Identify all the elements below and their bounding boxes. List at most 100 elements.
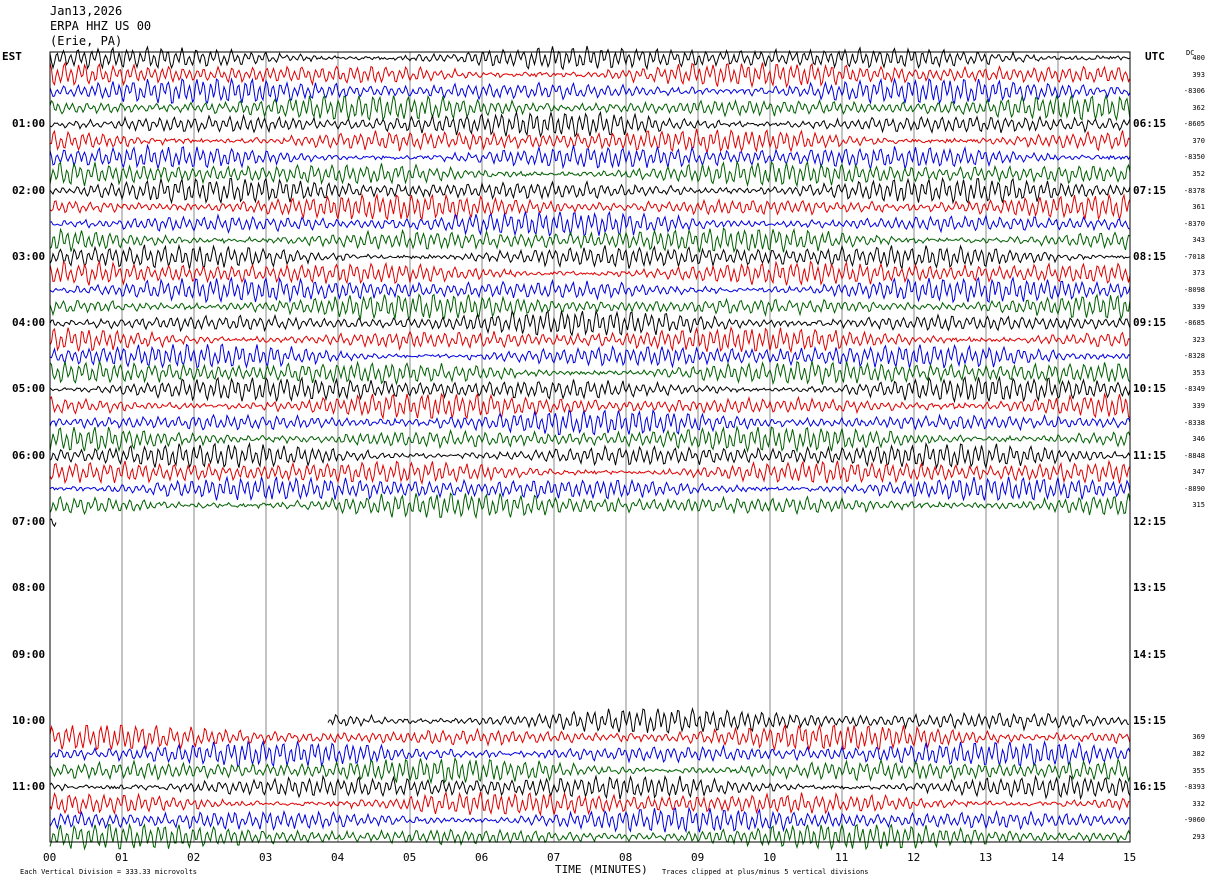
- dc-offset-label: 382: [1192, 749, 1205, 758]
- dc-offset-label: -8349: [1183, 385, 1205, 394]
- dc-offset-label: 346: [1192, 435, 1205, 444]
- right-hour-label: 06:15: [1133, 117, 1167, 131]
- left-hour-label: 08:00: [12, 581, 46, 595]
- trace-row-28: [49, 518, 57, 528]
- clip-note: Traces clipped at plus/minus 5 vertical …: [662, 868, 869, 876]
- trace-row-10: [49, 210, 1131, 238]
- right-hour-label: 07:15: [1133, 183, 1167, 197]
- trace-row-4: [49, 110, 1131, 138]
- trace-row-13: [49, 259, 1131, 286]
- right-hour-label: 10:15: [1133, 382, 1167, 396]
- trace-row-18: [49, 343, 1131, 369]
- trace-row-2: [49, 77, 1131, 106]
- trace-row-26: [49, 475, 1131, 502]
- dc-offset-label: 362: [1192, 103, 1205, 112]
- right-hour-label: 13:15: [1133, 581, 1167, 595]
- dc-offset-label: 400: [1192, 54, 1205, 62]
- trace-row-22: [49, 408, 1131, 436]
- right-hour-label: 11:15: [1133, 448, 1167, 462]
- dc-offset-label: 323: [1192, 335, 1205, 344]
- left-hour-label: 07:00: [12, 514, 46, 528]
- left-hour-label: 11:00: [12, 780, 46, 794]
- dc-offset-label: -8605: [1183, 120, 1205, 129]
- trace-row-41: [49, 723, 1131, 752]
- x-tick-label: 14: [1051, 851, 1065, 864]
- x-tick-label: 01: [115, 851, 129, 864]
- dc-offset-label: -8098: [1183, 285, 1205, 294]
- trace-row-7: [49, 160, 1131, 188]
- trace-row-0: [49, 45, 1131, 71]
- trace-row-17: [49, 325, 1131, 354]
- dc-offset-label: 339: [1192, 401, 1205, 410]
- right-timezone-label: UTC: [1145, 50, 1165, 63]
- right-hour-label: 16:15: [1133, 780, 1167, 794]
- dc-offset-label: 370: [1192, 136, 1205, 145]
- left-hour-label: 09:00: [12, 647, 46, 661]
- dc-offset-label: -9060: [1183, 816, 1205, 825]
- dc-offset-label: 315: [1192, 501, 1205, 510]
- x-tick-label: 08: [619, 851, 633, 864]
- helicorder-plot: [49, 45, 1131, 851]
- x-axis-title: TIME (MINUTES): [555, 863, 648, 876]
- left-hour-label: 05:00: [12, 382, 46, 396]
- x-tick-label: 07: [547, 851, 561, 864]
- trace-row-23: [49, 425, 1131, 454]
- record-date: Jan13,2026: [50, 4, 123, 18]
- trace-row-47: [49, 822, 1131, 851]
- station-code: ERPA HHZ US 00: [50, 19, 152, 33]
- right-hour-label: 12:15: [1133, 514, 1167, 528]
- trace-row-6: [49, 143, 1131, 171]
- x-tick-label: 12: [907, 851, 921, 864]
- trace-row-46: [49, 806, 1131, 834]
- dc-offset-label: -8848: [1183, 451, 1205, 460]
- dc-offset-label: 343: [1192, 236, 1205, 245]
- trace-row-16: [49, 309, 1131, 337]
- trace-row-45: [49, 791, 1131, 817]
- dc-offset-label: 361: [1192, 203, 1205, 212]
- x-tick-label: 00: [43, 851, 57, 864]
- dc-offset-label: -8338: [1183, 418, 1205, 427]
- seismic-traces: [49, 45, 1131, 851]
- dc-offset-label: 373: [1192, 269, 1205, 278]
- left-hour-label: 03:00: [12, 249, 46, 263]
- trace-row-12: [49, 243, 1131, 271]
- dc-offset-label: -8378: [1183, 186, 1205, 195]
- dc-offset-label: -7018: [1183, 252, 1205, 261]
- dc-offset-label: -8685: [1183, 319, 1205, 328]
- trace-row-14: [49, 276, 1131, 304]
- dc-offset-label: 332: [1192, 799, 1205, 808]
- left-hour-label: 02:00: [12, 183, 46, 197]
- trace-row-25: [49, 459, 1131, 486]
- trace-row-24: [49, 441, 1131, 470]
- trace-row-40: [327, 706, 1130, 734]
- x-tick-label: 05: [403, 851, 417, 864]
- trace-row-1: [49, 61, 1131, 89]
- right-hour-label: 15:15: [1133, 713, 1167, 727]
- trace-row-9: [49, 193, 1131, 222]
- dc-offset-label: 393: [1192, 70, 1205, 79]
- trace-row-42: [49, 739, 1131, 768]
- x-tick-label: 03: [259, 851, 273, 864]
- dc-offset-label: -8890: [1183, 484, 1205, 493]
- trace-row-43: [49, 756, 1131, 785]
- dc-offset-label: 369: [1192, 733, 1205, 742]
- left-hour-label: 06:00: [12, 448, 46, 462]
- dc-offset-label: 353: [1192, 368, 1205, 377]
- x-tick-label: 15: [1123, 851, 1137, 864]
- dc-offset-label: -8306: [1183, 87, 1205, 96]
- dc-offset-label: 355: [1192, 766, 1205, 775]
- dc-offset-label: 347: [1192, 468, 1205, 477]
- left-hour-label: 04:00: [12, 316, 46, 330]
- x-tick-label: 04: [331, 851, 345, 864]
- left-timezone-label: EST: [2, 50, 22, 63]
- trace-row-44: [49, 774, 1131, 801]
- x-tick-label: 13: [979, 851, 993, 864]
- scale-note: Each Vertical Division = 333.33 microvol…: [20, 868, 198, 876]
- x-tick-label: 09: [691, 851, 705, 864]
- trace-row-11: [49, 227, 1131, 254]
- trace-row-20: [49, 375, 1131, 404]
- x-tick-label: 02: [187, 851, 201, 864]
- x-tick-label: 06: [475, 851, 489, 864]
- dc-offset-label: 293: [1192, 832, 1205, 841]
- x-tick-label: 10: [763, 851, 777, 864]
